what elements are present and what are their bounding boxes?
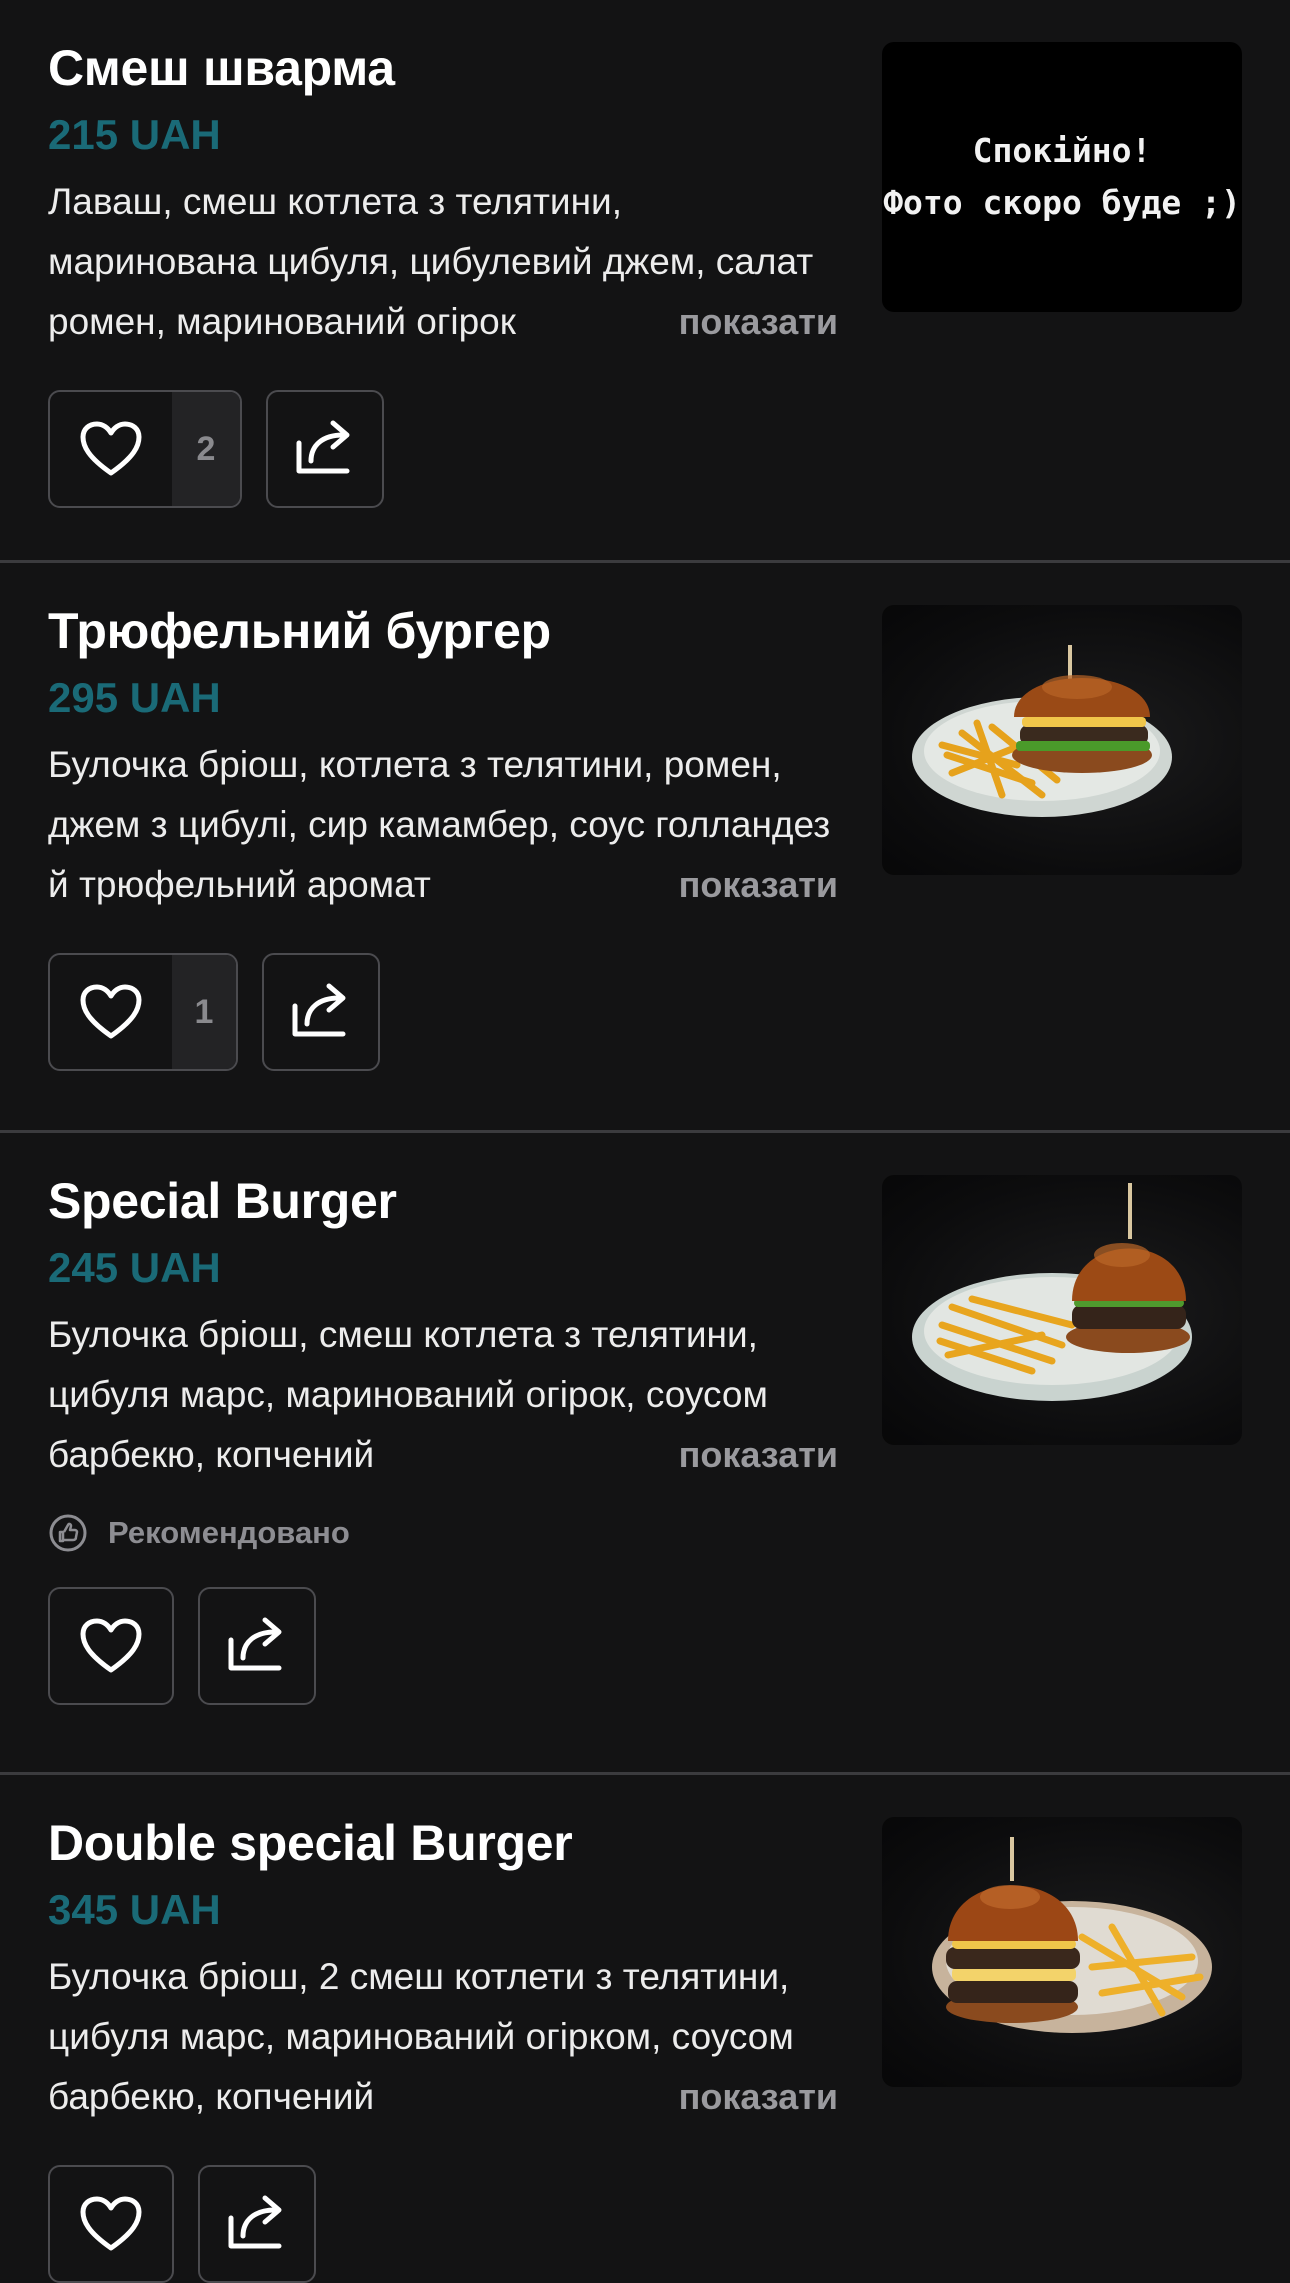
item-price: 345 UAH	[48, 1886, 221, 1933]
item-info: Special Burger 245 UAH Булочка бріош, см…	[48, 1171, 838, 1705]
burger-fries-image	[912, 645, 1172, 817]
menu-list: Смеш шварма 215 UAH Лаваш, смеш котлета …	[0, 0, 1290, 2283]
share-button[interactable]	[198, 1587, 316, 1705]
share-button[interactable]	[262, 953, 380, 1071]
item-name: Double special Burger	[48, 1815, 573, 1871]
item-info: Трюфельний бургер 295 UAH Булочка бріош,…	[48, 601, 838, 1071]
item-price: 295 UAH	[48, 674, 221, 721]
show-more-wrap: показати	[587, 292, 838, 352]
item-photo[interactable]	[882, 1175, 1242, 1445]
heart-icon	[50, 392, 172, 506]
share-icon	[293, 417, 357, 482]
burger-fries-image	[932, 1837, 1212, 2033]
item-info: Double special Burger 345 UAH Булочка бр…	[48, 1813, 838, 2283]
heart-icon	[50, 955, 172, 1069]
show-more-wrap: показати	[587, 1425, 838, 1485]
share-icon	[225, 2192, 289, 2257]
menu-item[interactable]: Double special Burger 345 UAH Булочка бр…	[0, 1775, 1290, 2283]
like-button[interactable]: 2	[48, 390, 242, 508]
item-description: Лаваш, смеш котлета з телятини, маринова…	[48, 172, 838, 352]
item-photo[interactable]	[882, 605, 1242, 875]
photo-placeholder-line2: Фото скоро буде ;)	[883, 183, 1241, 222]
share-icon	[225, 1614, 289, 1679]
show-more-link[interactable]: показати	[676, 1425, 838, 1485]
item-actions	[48, 1587, 838, 1705]
photo-placeholder[interactable]: Спокійно! Фото скоро буде ;)	[882, 42, 1242, 312]
item-actions: 1	[48, 953, 838, 1071]
heart-icon	[50, 1589, 172, 1703]
item-actions: 2	[48, 390, 838, 508]
menu-item[interactable]: Special Burger 245 UAH Булочка бріош, см…	[0, 1133, 1290, 1775]
item-description: Булочка бріош, котлета з телятини, ромен…	[48, 735, 838, 915]
like-button[interactable]: 1	[48, 953, 238, 1071]
share-icon	[289, 980, 353, 1045]
item-name: Трюфельний бургер	[48, 603, 551, 659]
like-count: 1	[172, 955, 236, 1069]
heart-icon	[50, 2167, 172, 2281]
item-price: 245 UAH	[48, 1244, 221, 1291]
share-button[interactable]	[198, 2165, 316, 2283]
recommended-badge: Рекомендовано	[48, 1513, 838, 1553]
item-photo[interactable]	[882, 1817, 1242, 2087]
item-name: Special Burger	[48, 1173, 397, 1229]
thumbs-up-icon	[48, 1513, 88, 1553]
like-button[interactable]	[48, 1587, 174, 1705]
share-button[interactable]	[266, 390, 384, 508]
item-actions	[48, 2165, 838, 2283]
show-more-link[interactable]: показати	[676, 2067, 838, 2127]
menu-item[interactable]: Трюфельний бургер 295 UAH Булочка бріош,…	[0, 563, 1290, 1133]
item-info: Смеш шварма 215 UAH Лаваш, смеш котлета …	[48, 38, 838, 508]
recommended-label: Рекомендовано	[108, 1515, 350, 1550]
item-name: Смеш шварма	[48, 40, 395, 96]
menu-item[interactable]: Смеш шварма 215 UAH Лаваш, смеш котлета …	[0, 0, 1290, 563]
show-more-wrap: показати	[587, 855, 838, 915]
like-count: 2	[172, 392, 240, 506]
show-more-link[interactable]: показати	[676, 855, 838, 915]
like-button[interactable]	[48, 2165, 174, 2283]
item-description: Булочка бріош, смеш котлета з телятини, …	[48, 1305, 838, 1485]
photo-placeholder-line1: Спокійно!	[972, 131, 1152, 170]
show-more-wrap: показати	[587, 2067, 838, 2127]
burger-fries-image	[912, 1183, 1192, 1401]
show-more-link[interactable]: показати	[676, 292, 838, 352]
item-description: Булочка бріош, 2 смеш котлети з телятини…	[48, 1947, 838, 2127]
item-price: 215 UAH	[48, 111, 221, 158]
